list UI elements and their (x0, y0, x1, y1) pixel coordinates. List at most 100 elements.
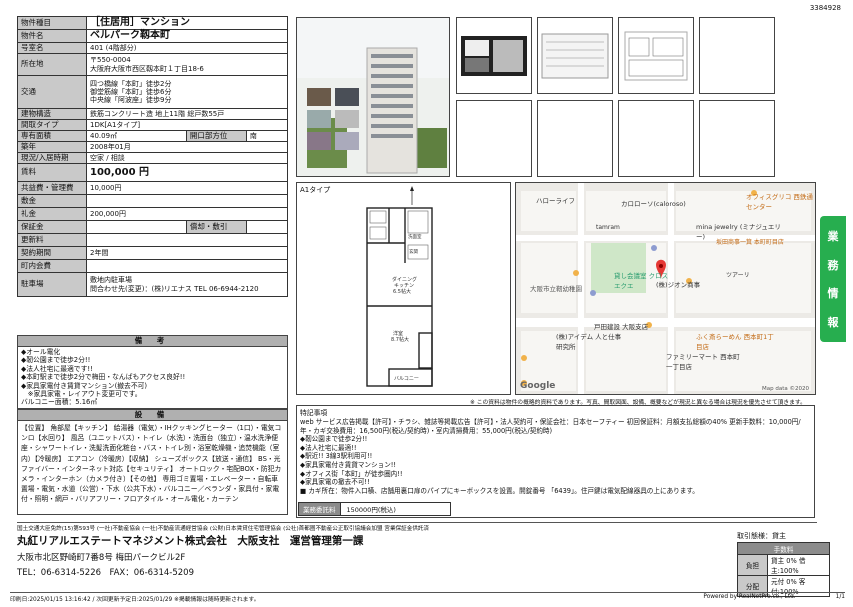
equipment-text: 【位置】 角部屋【キッチン】 給湯器（電気）・IHクッキングヒーター（1口）・電… (21, 424, 282, 504)
company-phone: TEL：06-6314-5226 FAX：06-6314-5209 (17, 568, 194, 578)
transaction-mode-value: 貸主 (772, 532, 786, 540)
photo-thumb-4[interactable] (456, 100, 532, 177)
remark-line: ◆靭公園まで徒歩2分!! (21, 356, 91, 365)
property-value: 1DK[A1タイプ] (86, 119, 288, 131)
map-label-kindergarten: 大阪市立靭幼稚園 (530, 285, 582, 293)
special-notes-box: 特記事項 web サービス広告掲載【許可】・チラシ、雑誌等掲載広告【許可】・法人… (296, 405, 815, 518)
property-key: 現況/入居時期 (17, 152, 87, 164)
photo-thumb-8[interactable] (699, 100, 775, 177)
property-row: 物件種目 ［住居用］マンション (17, 16, 288, 30)
svg-text:8.7帖大: 8.7帖大 (391, 336, 409, 343)
property-value-2 (245, 220, 289, 234)
side-tab-char: 情 (827, 287, 839, 301)
map-copyright: Map data ©2020 (762, 386, 809, 392)
property-value: 鉄筋コンクリート造 地上11階 総戸数55戸 (86, 108, 288, 120)
agent-fee-label: 業務委託料 (298, 502, 341, 516)
property-value (86, 220, 187, 234)
photo-thumb-2[interactable] (537, 17, 613, 94)
property-row: 交通 四つ橋線「本町」徒歩2分 御堂筋線「本町」徒歩6分 中央線「阿波座」徒歩9分 (17, 75, 288, 109)
photo-thumb-7[interactable] (699, 17, 775, 94)
document-id: 3384928 (809, 4, 841, 12)
property-row: 賃料 100,000 円 (17, 163, 288, 182)
property-key: 賃料 (17, 163, 87, 182)
page-number: 1/1 (835, 594, 845, 600)
property-value-2: 南 (245, 130, 289, 142)
map-label-caloroso: カロローソ(caloroso) (621, 200, 686, 208)
property-row: 保証金 償却・敷引 (17, 220, 289, 234)
special-title: 特記事項 (300, 409, 328, 417)
special-line: ◆駅近!! 3線3駅利用可!! (300, 452, 373, 461)
property-row: 契約期間 2年間 (17, 246, 288, 260)
svg-text:洋室: 洋室 (393, 330, 403, 337)
floor-plan: A1タイプ ダイニング キッチン 6.5帖大 洋室 8.7帖大 バルコニー 洗面… (296, 182, 511, 395)
special-line: ◆家具家電の撤去不可!! (300, 478, 370, 487)
special-line: ◆家具家電付き賃貸マンション!! (300, 460, 397, 469)
svg-text:6.5帖大: 6.5帖大 (393, 288, 411, 295)
side-tab-char: 業 (827, 230, 839, 244)
property-row: 所在地 〒550-0004 大阪府大阪市西区靱本町１丁目18-6 (17, 53, 288, 76)
property-table: 物件種目 ［住居用］マンション 物件名 ベルパーク靱本町 号室名 401 (4階部分) 所在… (17, 16, 289, 297)
map-label-hellolife: ハローライフ (536, 197, 575, 205)
equipment-box: 設 備 【位置】 角部屋【キッチン】 給湯器（電気）・IHクッキングヒーター（1… (17, 409, 288, 515)
property-key: 町内会費 (17, 259, 87, 273)
special-line: ◆靭公園まで徒歩2分!! (300, 435, 368, 444)
property-key-2: 開口部方位 (185, 130, 247, 142)
remark-line: ◆家具家電付き賃貸マンション(撤去不可) (21, 381, 148, 390)
property-row: 築年 2008年01月 (17, 141, 288, 153)
property-value: 10,000円 (86, 181, 288, 195)
property-row: 現況/入居時期 空家 / 相談 (17, 152, 288, 164)
remarks-box: 備 考 ◆オール電化 ◆靭公園まで徒歩2分!! ◆法人社宅に最適です!! ◆本町駅まで… (17, 335, 288, 409)
property-value: 四つ橋線「本町」徒歩2分 御堂筋線「本町」徒歩6分 中央線「阿波座」徒歩9分 (86, 75, 288, 109)
property-key: 間取タイプ (17, 119, 87, 131)
property-row: 共益費・管理費 10,000円 (17, 181, 288, 195)
photo-thumb-3[interactable] (618, 17, 694, 94)
property-key: 築年 (17, 141, 87, 153)
fee-row-value: 貸主 0% 借主:100% (767, 554, 830, 576)
property-row: 建物構造 鉄筋コンクリート造 地上11階 総戸数55戸 (17, 108, 288, 120)
property-key: 保証金 (17, 220, 87, 234)
property-value (86, 233, 288, 247)
property-value: 2008年01月 (86, 141, 288, 153)
print-date: 印刷日:2025/01/15 13:16:42 / 次回更新予定日:2025/0… (10, 597, 260, 603)
special-line: ◆法人社宅に最適!! (300, 443, 357, 452)
svg-text:玄関: 玄関 (409, 248, 418, 255)
property-key: 契約期間 (17, 246, 87, 260)
property-value (86, 259, 288, 273)
map-label-toda: 戸田建設 大阪支店 (594, 323, 649, 331)
property-row: 町内会費 (17, 259, 288, 273)
location-map[interactable]: オフィスグリコ 西鉄通センター ハローライフ カロローソ(caloroso) m… (515, 182, 816, 395)
property-key: 礼金 (17, 207, 87, 221)
photo-thumb-5[interactable] (537, 100, 613, 177)
photo-thumb-1[interactable] (456, 17, 532, 94)
fee-title: 手数料 (737, 542, 830, 555)
property-key: 駐車場 (17, 272, 87, 297)
special-line: web サービス広告掲載【許可】・チラシ、雑誌等掲載広告【許可】・法人契約可・保… (300, 418, 801, 435)
fee-block: 取引態様：貸主 手数料 負担 貸主 0% 借主:100% 分配 元付 0% 客付:1… (737, 531, 830, 597)
side-tab-char: 報 (827, 315, 839, 329)
side-tab[interactable]: 業 務 情 報 (820, 216, 846, 342)
property-key: 交通 (17, 75, 87, 109)
license-text: 国土交通大臣免許(15)第593号 (一社)不動産協会 (一社)不動産流通経営協… (17, 522, 817, 532)
property-value (86, 194, 288, 208)
property-row: 号室名 401 (4階部分) (17, 42, 288, 54)
map-label-tamram: tamram (596, 224, 620, 231)
remark-line: ◆法人社宅に最適です!! (21, 364, 93, 373)
map-label-tsuari: ツアーリ (726, 272, 750, 279)
property-key: 専有面積 (17, 130, 87, 142)
building-photo (296, 17, 450, 177)
company-block: 丸紅リアルエステートマネジメント株式会社 大阪支社 運営管理第一課 大阪市北区野… (17, 533, 717, 578)
map-label-zion: (株)ジオン商事 (656, 281, 701, 289)
photo-thumb-6[interactable] (618, 100, 694, 177)
google-logo: Google (520, 381, 556, 391)
agent-fee-value: 150000円(税込) (339, 502, 451, 516)
remarks-list: ◆オール電化 ◆靭公園まで徒歩2分!! ◆法人社宅に最適です!! ◆本町駅まで徒歩2分… (18, 347, 287, 408)
remark-line: ◆本町駅まで徒歩2分で梅田・なんばもアクセス良好!! (21, 373, 186, 382)
property-value: 40.09㎡ (86, 130, 187, 142)
property-value: 空家 / 相談 (86, 152, 288, 164)
svg-text:洗面室: 洗面室 (408, 233, 422, 240)
property-value: 〒550-0004 大阪府大阪市西区靱本町１丁目18-6 (86, 53, 288, 76)
property-row: 専有面積 40.09㎡ 開口部方位南 (17, 130, 289, 142)
property-key: 所在地 (17, 53, 87, 76)
property-row: 礼金 200,000円 (17, 207, 288, 221)
special-line: ◆オフィス街「本町」が徒歩圏内!! (300, 469, 403, 478)
